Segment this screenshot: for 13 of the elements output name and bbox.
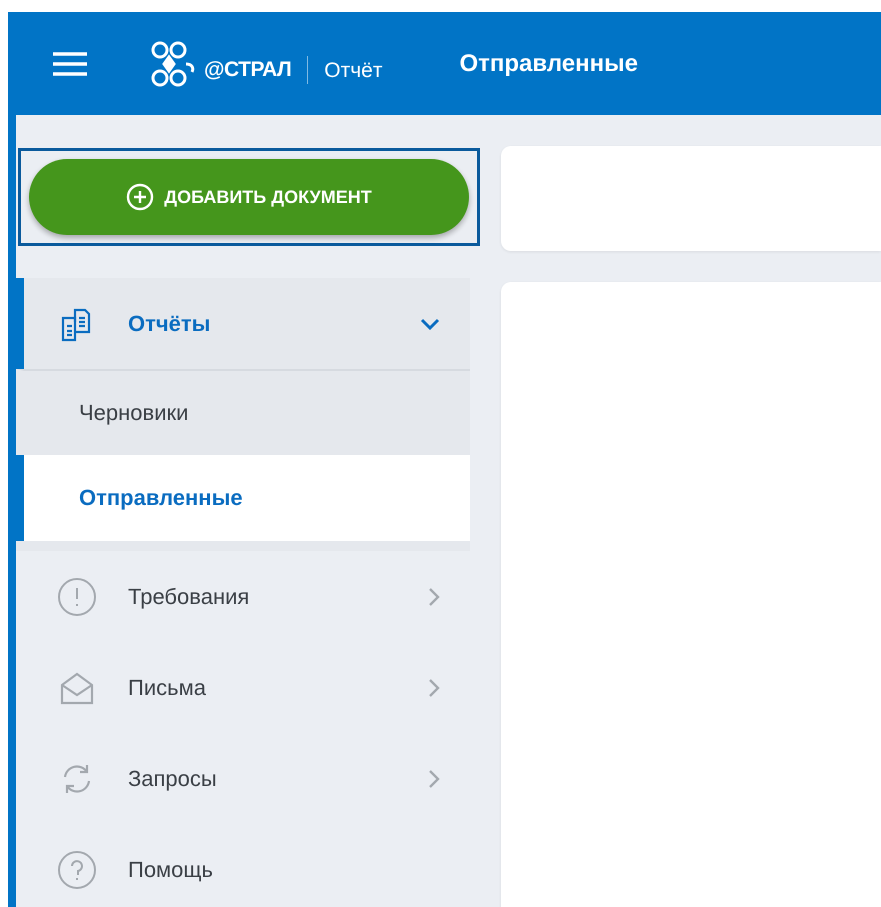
add-document-button[interactable]: ДОБАВИТЬ ДОКУМЕНТ [29,159,469,235]
page-title: Отправленные [459,50,638,78]
nav-subitem[interactable]: Отправленные [16,455,470,541]
nav-item[interactable]: Требования [16,551,470,642]
nav-item[interactable]: Помощь [16,824,470,907]
envelope-icon [59,670,95,704]
help-circle-icon [57,850,97,890]
logo-wordmark: @СТРАЛ [204,58,292,82]
plus-circle-icon [126,183,154,211]
product-name: Отчёт [324,58,382,82]
nav-item[interactable]: Письма [16,642,470,733]
nav-item[interactable]: Запросы [16,733,470,824]
exclamation-circle-icon [57,576,97,616]
